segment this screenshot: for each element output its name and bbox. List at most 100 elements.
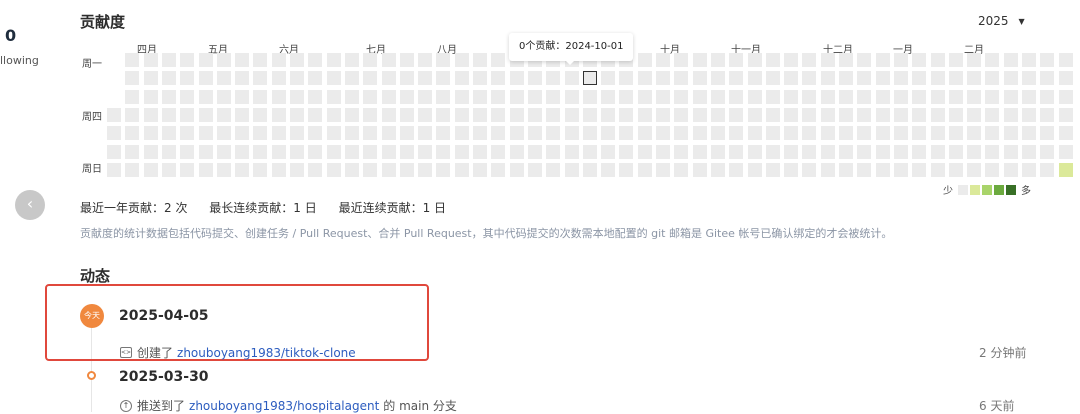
contribution-cell[interactable] (857, 163, 871, 177)
contribution-cell[interactable] (985, 53, 999, 67)
contribution-cell[interactable] (308, 145, 322, 159)
contribution-cell[interactable] (656, 90, 670, 104)
contribution-cell[interactable] (546, 90, 560, 104)
contribution-cell[interactable] (436, 53, 450, 67)
contribution-cell[interactable] (1022, 71, 1036, 85)
contribution-cell[interactable] (473, 126, 487, 140)
contribution-cell[interactable] (308, 71, 322, 85)
contribution-cell[interactable] (1059, 163, 1073, 177)
contribution-cell[interactable] (949, 126, 963, 140)
contribution-cell[interactable] (857, 108, 871, 122)
contribution-cell[interactable] (400, 53, 414, 67)
contribution-cell[interactable] (711, 145, 725, 159)
contribution-cell[interactable] (290, 53, 304, 67)
contribution-cell[interactable] (180, 145, 194, 159)
contribution-cell[interactable] (363, 126, 377, 140)
contribution-cell[interactable] (1040, 163, 1054, 177)
contribution-cell[interactable] (894, 71, 908, 85)
contribution-cell[interactable] (436, 163, 450, 177)
contribution-cell[interactable] (985, 71, 999, 85)
contribution-cell[interactable] (1040, 126, 1054, 140)
contribution-cell[interactable] (345, 145, 359, 159)
contribution-cell[interactable] (327, 53, 341, 67)
contribution-cell[interactable] (839, 163, 853, 177)
contribution-cell[interactable] (436, 126, 450, 140)
contribution-cell[interactable] (693, 53, 707, 67)
contribution-cell[interactable] (253, 53, 267, 67)
contribution-cell[interactable] (985, 163, 999, 177)
contribution-cell[interactable] (729, 90, 743, 104)
contribution-cell[interactable] (400, 126, 414, 140)
contribution-cell[interactable] (674, 90, 688, 104)
contribution-cell[interactable] (693, 126, 707, 140)
contribution-cell[interactable] (125, 163, 139, 177)
contribution-cell[interactable] (931, 53, 945, 67)
contribution-cell[interactable] (473, 145, 487, 159)
contribution-cell[interactable] (729, 71, 743, 85)
contribution-cell[interactable] (491, 108, 505, 122)
contribution-cell[interactable] (985, 90, 999, 104)
contribution-cell[interactable] (418, 90, 432, 104)
contribution-cell[interactable] (967, 53, 981, 67)
contribution-cell[interactable] (217, 163, 231, 177)
contribution-cell[interactable] (748, 90, 762, 104)
contribution-cell[interactable] (473, 53, 487, 67)
contribution-cell[interactable] (1022, 53, 1036, 67)
contribution-cell[interactable] (455, 163, 469, 177)
contribution-cell[interactable] (876, 53, 890, 67)
contribution-cell[interactable] (839, 108, 853, 122)
contribution-cell[interactable] (491, 126, 505, 140)
contribution-cell[interactable] (802, 163, 816, 177)
contribution-cell[interactable] (729, 108, 743, 122)
contribution-cell[interactable] (876, 90, 890, 104)
contribution-cell[interactable] (565, 71, 579, 85)
contribution-cell[interactable] (473, 108, 487, 122)
contribution-cell[interactable] (125, 126, 139, 140)
contribution-cell[interactable] (674, 108, 688, 122)
contribution-cell[interactable] (382, 71, 396, 85)
contribution-cell[interactable] (619, 145, 633, 159)
contribution-cell[interactable] (802, 71, 816, 85)
contribution-cell[interactable] (253, 126, 267, 140)
contribution-cell[interactable] (290, 90, 304, 104)
contribution-cell[interactable] (491, 90, 505, 104)
contribution-cell[interactable] (748, 53, 762, 67)
contribution-cell[interactable] (272, 163, 286, 177)
contribution-cell[interactable] (327, 145, 341, 159)
contribution-cell[interactable] (363, 145, 377, 159)
contribution-cell[interactable] (308, 126, 322, 140)
contribution-cell[interactable] (455, 90, 469, 104)
contribution-cell[interactable] (162, 108, 176, 122)
contribution-cell[interactable] (583, 90, 597, 104)
contribution-cell[interactable] (327, 108, 341, 122)
contribution-cell[interactable] (144, 145, 158, 159)
contribution-cell[interactable] (638, 53, 652, 67)
contribution-cell[interactable] (693, 108, 707, 122)
contribution-cell[interactable] (748, 108, 762, 122)
contribution-cell[interactable] (784, 108, 798, 122)
contribution-cell[interactable] (345, 53, 359, 67)
contribution-cell[interactable] (766, 108, 780, 122)
contribution-cell[interactable] (272, 90, 286, 104)
contribution-cell[interactable] (711, 108, 725, 122)
contribution-cell[interactable] (528, 90, 542, 104)
contribution-cell[interactable] (711, 90, 725, 104)
contribution-cell[interactable] (235, 71, 249, 85)
contribution-cell[interactable] (748, 126, 762, 140)
contribution-cell[interactable] (455, 53, 469, 67)
repo-link[interactable]: zhouboyang1983/hospitalagent (189, 399, 379, 413)
contribution-cell[interactable] (583, 71, 597, 85)
contribution-cell[interactable] (638, 145, 652, 159)
contribution-cell[interactable] (674, 126, 688, 140)
contribution-cell[interactable] (894, 108, 908, 122)
contribution-cell[interactable] (546, 126, 560, 140)
contribution-cell[interactable] (327, 163, 341, 177)
contribution-cell[interactable] (199, 126, 213, 140)
contribution-cell[interactable] (802, 108, 816, 122)
contribution-cell[interactable] (235, 126, 249, 140)
contribution-cell[interactable] (565, 126, 579, 140)
contribution-cell[interactable] (528, 71, 542, 85)
contribution-cell[interactable] (967, 163, 981, 177)
contribution-cell[interactable] (363, 90, 377, 104)
contribution-cell[interactable] (857, 126, 871, 140)
